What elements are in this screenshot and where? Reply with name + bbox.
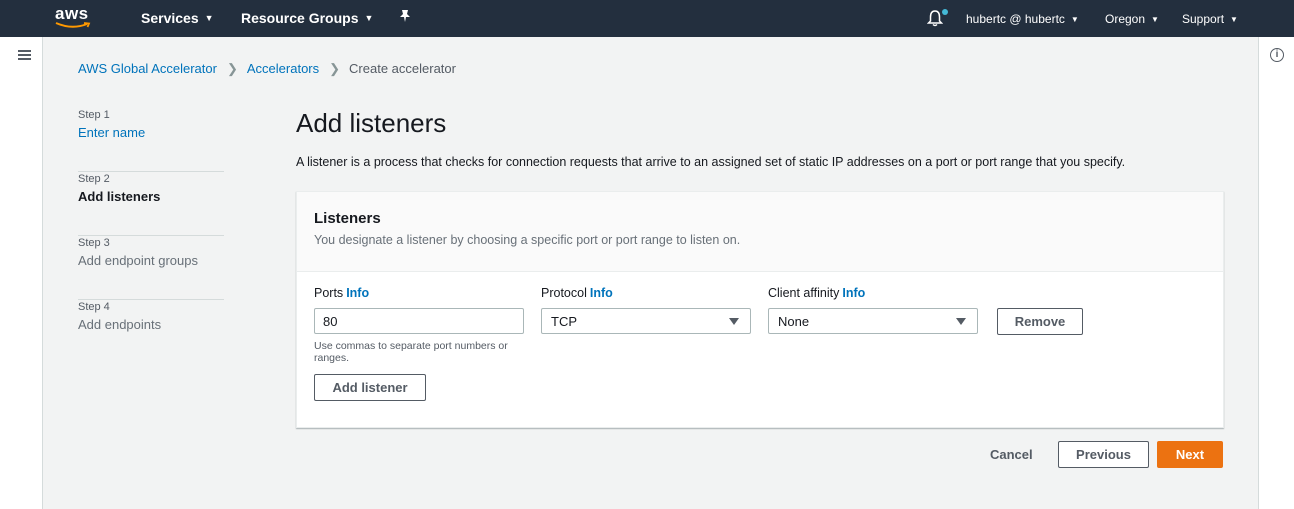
page-description: A listener is a process that checks for …	[296, 155, 1126, 169]
chevron-down-icon: ▼	[364, 13, 374, 23]
protocol-selected-value: TCP	[551, 314, 577, 329]
step-number: Step 1	[78, 109, 110, 121]
wizard-step-1: Step 1 Enter name	[78, 108, 224, 172]
step-link-enter-name[interactable]: Enter name	[78, 125, 224, 140]
hamburger-menu-icon[interactable]	[18, 50, 31, 60]
step-title-add-endpoints: Add endpoints	[78, 317, 162, 332]
resource-groups-label: Resource Groups	[241, 10, 359, 26]
client-affinity-field-label: Client affinity Info	[768, 286, 865, 300]
listeners-title: Listeners	[314, 210, 381, 227]
aws-smile-icon	[55, 22, 91, 28]
previous-button[interactable]: Previous	[1058, 441, 1149, 468]
chevron-down-icon: ▼	[204, 13, 214, 23]
remove-listener-button[interactable]: Remove	[997, 308, 1083, 335]
notifications-bell-icon[interactable]	[926, 9, 948, 27]
breadcrumb-accelerators[interactable]: Accelerators	[247, 61, 319, 76]
wizard-step-2: Step 2 Add listeners	[78, 172, 224, 236]
top-navigation-bar: aws Services ▼ Resource Groups ▼ hubertc @…	[0, 0, 1294, 37]
support-label: Support	[1182, 12, 1225, 26]
listeners-panel: Listeners You designate a listener by ch…	[296, 191, 1224, 428]
next-button[interactable]: Next	[1157, 441, 1223, 468]
ports-input[interactable]: 80	[314, 308, 524, 334]
chevron-down-icon: ▼	[1151, 15, 1159, 24]
ports-hint: Use commas to separate port numbers or r…	[314, 340, 508, 364]
services-menu[interactable]: Services ▼	[141, 10, 214, 26]
step-title-add-listeners: Add listeners	[78, 189, 161, 204]
chevron-down-icon: ▼	[1070, 15, 1079, 24]
ports-label: Ports	[314, 286, 344, 300]
breadcrumb-global-accelerator[interactable]: AWS Global Accelerator	[78, 61, 217, 76]
dropdown-arrow-icon	[729, 318, 739, 325]
step-number: Step 2	[78, 173, 110, 185]
region-menu[interactable]: Oregon ▼	[1105, 12, 1159, 26]
chevron-right-icon: ❯	[226, 61, 238, 76]
wizard-step-4: Step 4 Add endpoints	[78, 300, 224, 364]
breadcrumb-current: Create accelerator	[349, 61, 456, 76]
step-title-add-endpoint-groups: Add endpoint groups	[78, 253, 198, 268]
breadcrumb: AWS Global Accelerator ❯ Accelerators ❯ Crea…	[78, 61, 456, 77]
client-affinity-info-link[interactable]: Info	[842, 286, 865, 300]
protocol-field-label: Protocol Info	[541, 286, 613, 300]
help-panel-rail: i	[1258, 37, 1294, 509]
chevron-down-icon: ▼	[1230, 15, 1238, 24]
add-listener-button[interactable]: Add listener	[314, 374, 426, 401]
chevron-right-icon: ❯	[329, 61, 341, 76]
protocol-select[interactable]: TCP	[541, 308, 751, 334]
aws-logo-text: aws	[55, 4, 89, 23]
step-number: Step 4	[78, 301, 110, 313]
account-label: hubertc @ hubertc	[966, 12, 1065, 26]
wizard-step-3: Step 3 Add endpoint groups	[78, 236, 224, 300]
listeners-panel-header: Listeners You designate a listener by ch…	[297, 192, 1223, 272]
protocol-info-link[interactable]: Info	[590, 286, 613, 300]
cancel-button[interactable]: Cancel	[990, 447, 1033, 462]
protocol-label: Protocol	[541, 286, 587, 300]
dropdown-arrow-icon	[956, 318, 966, 325]
notification-dot	[942, 9, 948, 15]
support-menu[interactable]: Support ▼	[1182, 12, 1238, 26]
client-affinity-selected-value: None	[778, 314, 810, 329]
services-label: Services	[141, 10, 199, 26]
info-icon[interactable]: i	[1270, 48, 1284, 62]
client-affinity-select[interactable]: None	[768, 308, 978, 334]
pin-icon[interactable]	[399, 9, 411, 26]
region-label: Oregon	[1105, 12, 1146, 26]
page-title: Add listeners	[296, 108, 447, 138]
left-navigation-rail	[0, 37, 43, 509]
ports-field-label: Ports Info	[314, 286, 369, 300]
wizard-steps: Step 1 Enter name Step 2 Add listeners S…	[78, 108, 224, 364]
resource-groups-menu[interactable]: Resource Groups ▼	[241, 10, 373, 26]
listeners-subtitle: You designate a listener by choosing a s…	[314, 233, 741, 247]
aws-logo[interactable]: aws	[55, 4, 95, 32]
step-number: Step 3	[78, 237, 110, 249]
account-menu[interactable]: hubertc @ hubertc ▼	[966, 12, 1079, 26]
ports-info-link[interactable]: Info	[346, 286, 369, 300]
client-affinity-label: Client affinity	[768, 286, 840, 300]
